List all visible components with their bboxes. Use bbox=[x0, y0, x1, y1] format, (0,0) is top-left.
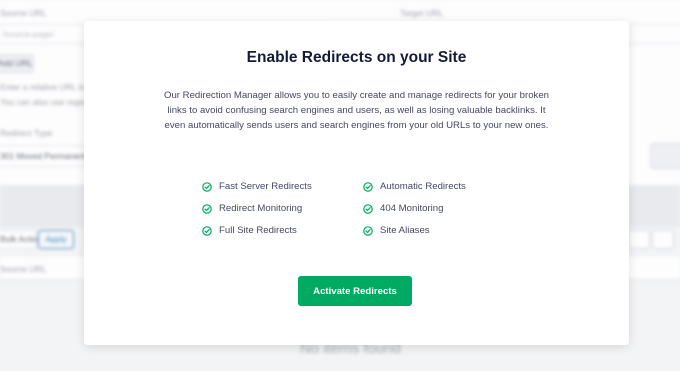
feature-label: 404 Monitoring bbox=[380, 203, 444, 214]
feature-item: Redirect Monitoring bbox=[202, 203, 302, 214]
check-circle-icon bbox=[202, 181, 212, 192]
enable-redirects-modal: Enable Redirects on your Site Our Redire… bbox=[84, 21, 629, 345]
feature-label: Full Site Redirects bbox=[219, 225, 297, 236]
activate-redirects-button[interactable]: Activate Redirects bbox=[298, 276, 412, 306]
check-circle-icon bbox=[363, 181, 373, 192]
modal-title: Enable Redirects on your Site bbox=[246, 49, 467, 66]
feature-item: Site Aliases bbox=[363, 225, 430, 236]
feature-item: Fast Server Redirects bbox=[202, 181, 312, 192]
feature-label: Fast Server Redirects bbox=[219, 181, 312, 192]
feature-item: Automatic Redirects bbox=[363, 181, 466, 192]
feature-item: 404 Monitoring bbox=[363, 203, 443, 214]
check-circle-icon bbox=[363, 225, 373, 236]
check-circle-icon bbox=[363, 203, 373, 214]
feature-label: Automatic Redirects bbox=[380, 181, 466, 192]
check-circle-icon bbox=[202, 203, 212, 214]
check-circle-icon bbox=[202, 225, 212, 236]
feature-label: Redirect Monitoring bbox=[219, 203, 303, 214]
feature-item: Full Site Redirects bbox=[202, 225, 297, 236]
modal-description: Our Redirection Manager allows you to ea… bbox=[164, 90, 550, 132]
feature-label: Site Aliases bbox=[380, 225, 430, 236]
